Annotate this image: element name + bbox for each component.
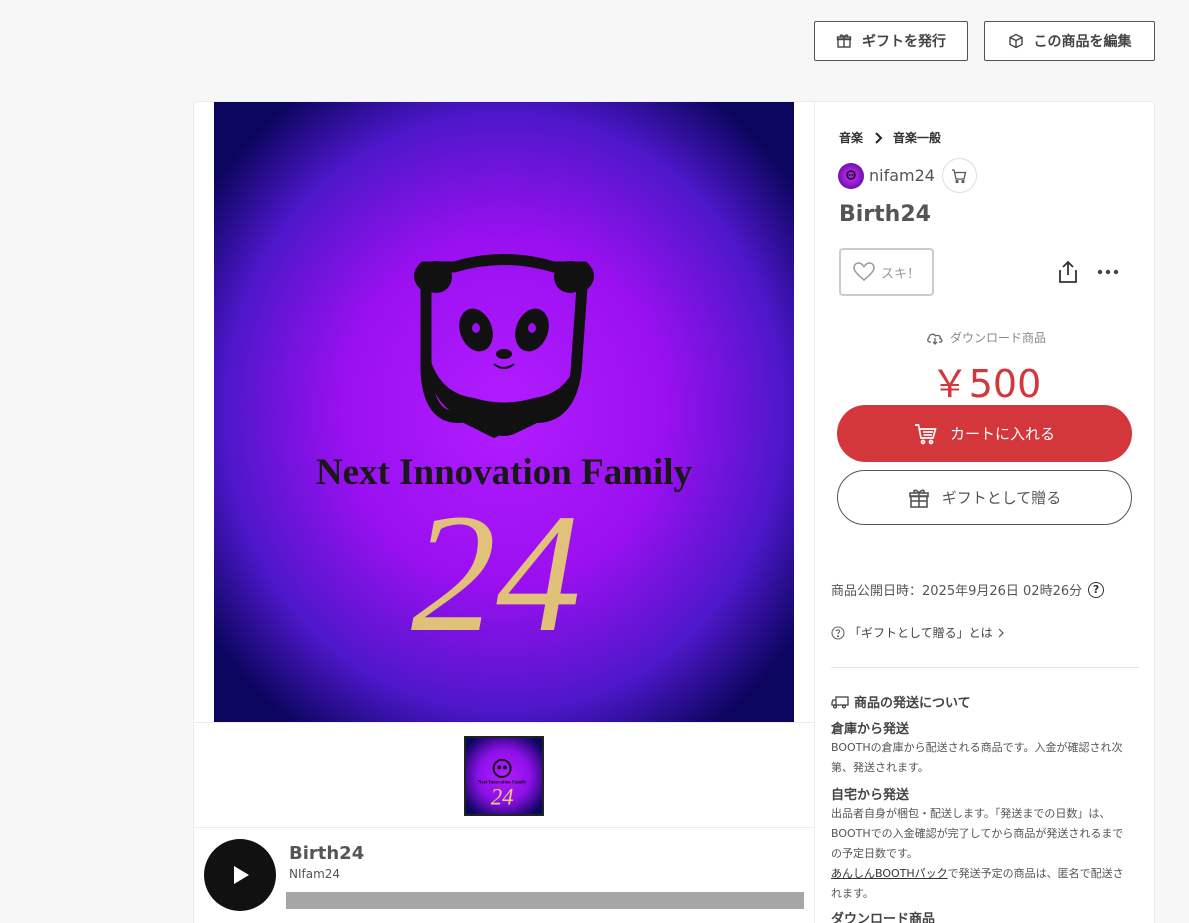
more-options-button[interactable] <box>1096 260 1120 284</box>
cloud-download-icon <box>927 333 943 345</box>
breadcrumb-music-general[interactable]: 音楽一般 <box>893 129 941 146</box>
breadcrumb: 音楽 音楽一般 <box>839 129 941 146</box>
download-title: ダウンロード商品 <box>831 912 936 923</box>
shop-info: nifam24 <box>838 158 977 193</box>
track-artist: NIfam24 <box>289 867 341 881</box>
heart-icon <box>853 262 875 281</box>
share-icon <box>1059 260 1077 283</box>
published-datetime: 商品公開日時：2025年9月26日 02時26分 ? <box>831 580 1105 599</box>
truck-icon <box>831 695 849 709</box>
cart-icon <box>914 423 937 444</box>
main-product-image[interactable]: Next Innovation Family 24 <box>214 102 794 722</box>
thumbnail-text-line2: 24 <box>491 785 514 810</box>
audio-progress-bar[interactable] <box>286 892 804 909</box>
thumbnail-strip: Next Innovation Family 24 <box>194 722 815 828</box>
thumbnail-1[interactable]: Next Innovation Family 24 <box>464 736 544 816</box>
shop-name-link[interactable]: nifam24 <box>869 166 935 185</box>
ellipsis-icon <box>1097 269 1119 275</box>
issue-gift-label: ギフトを発行 <box>862 34 946 50</box>
chevron-right-icon <box>998 628 1004 637</box>
divider <box>831 667 1139 668</box>
shop-cart-button[interactable] <box>941 158 977 193</box>
edit-item-button[interactable]: この商品を編集 <box>984 21 1155 61</box>
issue-gift-button[interactable]: ギフトを発行 <box>814 21 968 61</box>
home-shipping-block: 自宅から発送 出品者自身が梱包・配送します。「発送までの日数」は、BOOTHでの… <box>831 788 1131 923</box>
warehouse-title: 倉庫から発送 <box>831 722 910 737</box>
download-type: ダウンロード商品 <box>816 329 1154 346</box>
anshin-note: あんしんBOOTHパックで発送予定の商品は、匿名で配送されます。 <box>831 864 1131 904</box>
published-text: 商品公開日時：2025年9月26日 02時26分 <box>831 584 1083 599</box>
box-icon <box>1008 33 1023 49</box>
share-button[interactable] <box>1057 260 1081 284</box>
breadcrumb-music[interactable]: 音楽 <box>839 129 863 146</box>
edit-item-label: この商品を編集 <box>1033 34 1132 50</box>
question-help-icon[interactable]: ? <box>1088 581 1105 598</box>
track-title: Birth24 <box>289 843 365 864</box>
home-text: 出品者自身が梱包・配送します。「発送までの日数」は、BOOTHでの入金確認が完了… <box>831 807 1124 860</box>
artwork-text-line2: 24 <box>411 479 581 667</box>
play-icon <box>234 866 249 884</box>
send-as-gift-label: ギフトとして贈る <box>941 489 1062 507</box>
gift-about-link[interactable]: 「ギフトとして贈る」とは <box>831 624 1005 641</box>
audio-player: Birth24 NIfam24 <box>194 829 815 923</box>
anshin-booth-pack-link[interactable]: あんしんBOOTHパック <box>831 867 948 880</box>
download-type-label: ダウンロード商品 <box>949 331 1046 345</box>
gift-about-label: 「ギフトとして贈る」とは <box>849 626 993 640</box>
media-column: Next Innovation Family 24 Next Innovatio… <box>194 102 815 923</box>
gift-icon <box>908 489 929 508</box>
like-button[interactable]: スキ！ <box>839 248 934 296</box>
chevron-right-icon <box>875 131 883 144</box>
question-circle-icon <box>831 625 845 640</box>
item-info-column: 音楽 音楽一般 nifam24 Birth24 スキ！ ダウンロード商品 ￥50… <box>816 102 1154 923</box>
panda-avatar-icon <box>846 169 856 180</box>
send-as-gift-button[interactable]: ギフトとして贈る <box>837 470 1132 525</box>
item-price: ￥500 <box>930 362 1042 406</box>
warehouse-shipping-block: 倉庫から発送 BOOTHの倉庫から配送される商品です。入金が確認され次第、発送さ… <box>831 722 1131 778</box>
shipping-heading-label: 商品の発送について <box>854 696 971 711</box>
shop-avatar[interactable] <box>838 162 864 189</box>
like-label: スキ！ <box>880 266 920 282</box>
item-title: Birth24 <box>839 202 931 227</box>
item-card: Next Innovation Family 24 Next Innovatio… <box>193 101 1155 923</box>
cart-icon <box>952 168 967 183</box>
shipping-heading: 商品の発送について <box>831 692 971 711</box>
add-to-cart-label: カートに入れる <box>949 425 1055 443</box>
home-title: 自宅から発送 <box>831 788 910 803</box>
play-button[interactable] <box>204 839 276 911</box>
add-to-cart-button[interactable]: カートに入れる <box>837 405 1132 462</box>
gift-icon <box>836 34 852 48</box>
warehouse-text: BOOTHの倉庫から配送される商品です。入金が確認され次第、発送されます。 <box>831 741 1123 774</box>
